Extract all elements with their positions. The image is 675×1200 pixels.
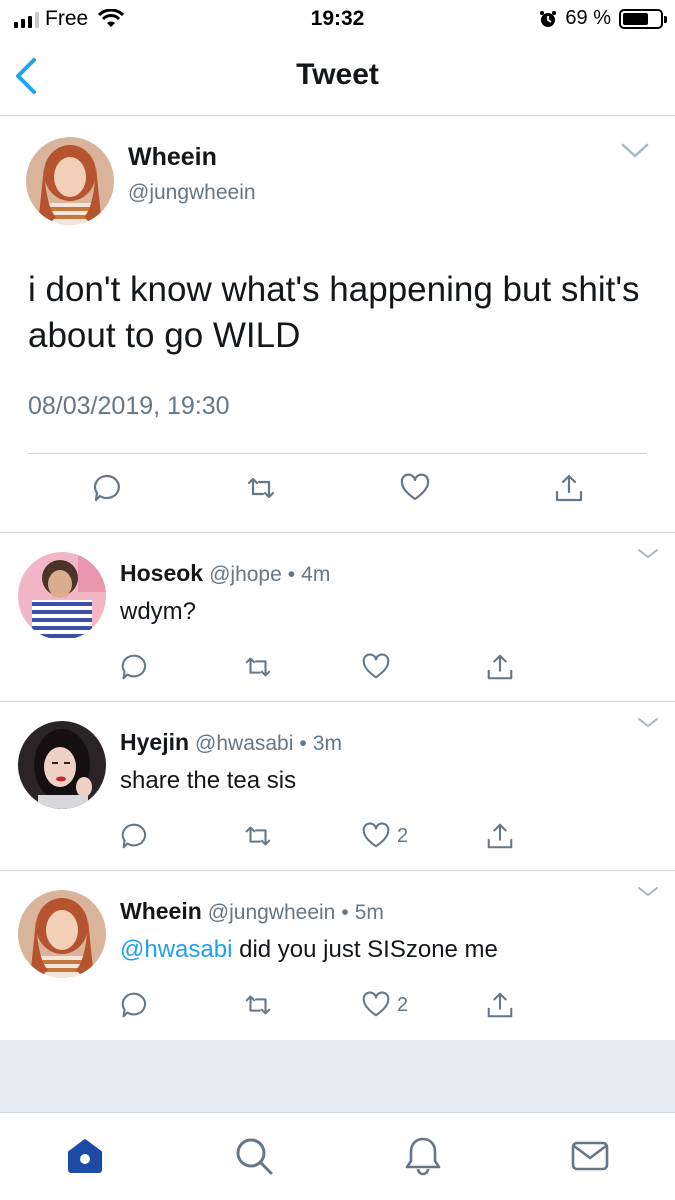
battery-fill (623, 12, 648, 25)
like-icon[interactable] (361, 821, 391, 851)
reply-time: 5m (354, 901, 384, 924)
page-title: Tweet (296, 58, 379, 91)
battery-icon (619, 8, 667, 29)
retweet-icon[interactable] (243, 652, 273, 682)
like-icon[interactable] (361, 652, 391, 682)
like-icon[interactable] (399, 472, 431, 504)
reply-text: wdym? (120, 598, 196, 626)
main-tweet: Wheein @jungwheein i don't know what's h… (0, 117, 675, 533)
retweet-icon[interactable] (245, 472, 277, 504)
chevron-down-icon[interactable] (621, 143, 649, 159)
avatar[interactable] (18, 721, 106, 809)
share-icon[interactable] (553, 472, 585, 504)
divider (28, 453, 647, 454)
tab-bar (0, 1112, 675, 1200)
reply-text: @hwasabi did you just SISzone me (120, 936, 498, 964)
reply-body: wdym? (120, 598, 197, 625)
reply-actions: 2 (0, 990, 675, 1024)
separator: • (341, 901, 349, 924)
reply-icon[interactable] (118, 652, 148, 682)
reply-header: Hyejin @hwasabi • 3m (120, 729, 342, 756)
reply-author-name[interactable]: Hoseok (120, 560, 203, 587)
chevron-down-icon[interactable] (637, 717, 659, 729)
tweet-datetime: 08/03/2019, 19:30 (28, 392, 230, 420)
share-icon[interactable] (485, 821, 515, 851)
avatar[interactable] (18, 890, 106, 978)
separator: • (287, 563, 296, 586)
timeline-end-background (0, 1040, 675, 1112)
chevron-down-icon[interactable] (637, 886, 659, 898)
like-count: 2 (397, 994, 409, 1016)
tweet-actions (0, 472, 675, 516)
avatar[interactable] (18, 552, 106, 640)
nav-bar: Tweet (0, 38, 675, 116)
reply-icon[interactable] (118, 990, 148, 1020)
reply-author-handle[interactable]: @jungwheein (208, 901, 336, 925)
reply-text: share the tea sis (120, 767, 296, 795)
home-icon[interactable] (64, 1135, 106, 1177)
reply-actions (0, 652, 675, 686)
retweet-icon[interactable] (243, 821, 273, 851)
reply-icon[interactable] (118, 821, 148, 851)
reply-tweet[interactable]: Hyejin @hwasabi • 3m share the tea sis 2 (0, 703, 675, 871)
reply-time: 3m (312, 732, 342, 755)
author-name[interactable]: Wheein (128, 143, 217, 172)
tweet-text: i don't know what's happening but shit's… (28, 270, 640, 355)
status-right: 69 % (539, 7, 667, 30)
separator: • (299, 732, 307, 755)
reply-author-name[interactable]: Wheein (120, 898, 202, 925)
reply-tweet[interactable]: Hoseok @jhope • 4m wdym? (0, 534, 675, 702)
retweet-icon[interactable] (243, 990, 273, 1020)
reply-body: did you just SISzone me (232, 936, 498, 963)
like-count: 2 (397, 825, 409, 847)
share-icon[interactable] (485, 652, 515, 682)
reply-author-name[interactable]: Hyejin (120, 729, 189, 756)
alarm-icon (540, 10, 557, 27)
reply-mention[interactable]: @hwasabi (120, 936, 232, 963)
reply-tweet[interactable]: Wheein @jungwheein • 5m @hwasabi did you… (0, 872, 675, 1040)
search-icon[interactable] (233, 1135, 275, 1177)
reply-actions: 2 (0, 821, 675, 855)
reply-time: 4m (301, 563, 331, 586)
battery-percent: 69 % (565, 7, 611, 29)
author-handle[interactable]: @jungwheein (128, 181, 256, 205)
reply-author-handle[interactable]: @jhope (209, 563, 282, 587)
reply-icon[interactable] (90, 472, 122, 504)
notifications-icon[interactable] (402, 1135, 444, 1177)
like-icon[interactable] (361, 990, 391, 1020)
reply-header: Hoseok @jhope • 4m (120, 560, 330, 587)
avatar[interactable] (26, 137, 114, 225)
share-icon[interactable] (485, 990, 515, 1020)
reply-body: share the tea sis (120, 767, 297, 794)
chevron-down-icon[interactable] (637, 548, 659, 560)
status-bar: Free 19:32 69 % (0, 0, 675, 38)
reply-header: Wheein @jungwheein • 5m (120, 898, 384, 925)
reply-author-handle[interactable]: @hwasabi (195, 732, 293, 756)
messages-icon[interactable] (569, 1135, 611, 1177)
